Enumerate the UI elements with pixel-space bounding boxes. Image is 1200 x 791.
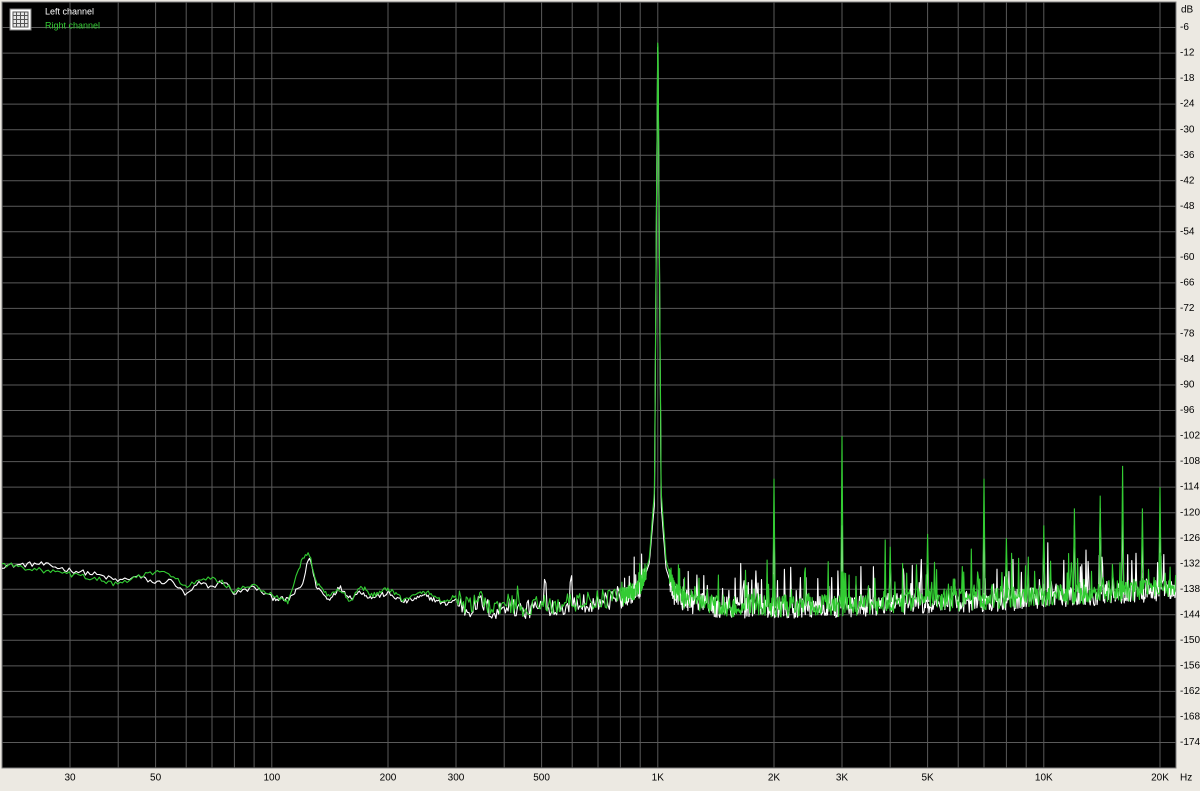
y-tick-label: -78 [1180, 329, 1195, 340]
x-tick-label: 3K [836, 773, 849, 784]
y-tick-label: -60 [1180, 252, 1195, 263]
y-tick-label: -150 [1180, 635, 1200, 646]
legend-icon[interactable] [9, 8, 32, 31]
y-tick-label: -174 [1180, 737, 1200, 748]
y-tick-label: -162 [1180, 686, 1200, 697]
x-tick-label: 300 [448, 773, 465, 784]
x-tick-label: 200 [380, 773, 397, 784]
spectrum-chart: dB Hz 30 50 100 200 300 500 1K 2K 3K 5K 10K 20K -6 -1… [0, 0, 1200, 786]
x-tick-label: 10K [1035, 773, 1053, 784]
y-tick-label: -168 [1180, 712, 1200, 723]
y-tick-label: -144 [1180, 609, 1200, 620]
legend-left-channel: Left channel [45, 6, 94, 16]
legend-right-channel: Right channel [45, 20, 100, 30]
y-tick-label: -54 [1180, 226, 1195, 237]
y-unit-label: dB [1181, 5, 1194, 16]
y-tick-label: -48 [1180, 201, 1195, 212]
y-tick-label: -90 [1180, 380, 1195, 391]
x-tick-label: 20K [1151, 773, 1169, 784]
y-tick-label: -84 [1180, 354, 1195, 365]
y-tick-label: -24 [1180, 99, 1195, 110]
y-tick-label: -132 [1180, 558, 1200, 569]
spectrum-chart-svg: dB Hz 30 50 100 200 300 500 1K 2K 3K 5K 10K 20K -6 -1… [0, 0, 1200, 786]
y-tick-label: -114 [1180, 482, 1200, 493]
y-tick-label: -120 [1180, 507, 1200, 518]
x-unit-label: Hz [1180, 773, 1192, 784]
y-tick-label: -18 [1180, 73, 1195, 84]
y-tick-label: -36 [1180, 150, 1195, 161]
y-tick-label: -138 [1180, 584, 1200, 595]
y-tick-label: -6 [1180, 22, 1189, 33]
y-tick-label: -42 [1180, 175, 1195, 186]
x-tick-label: 2K [768, 773, 781, 784]
x-tick-label: 50 [150, 773, 162, 784]
y-tick-label: -156 [1180, 661, 1200, 672]
x-tick-label: 5K [921, 773, 934, 784]
y-tick-label: -96 [1180, 405, 1195, 416]
y-tick-label: -12 [1180, 48, 1195, 59]
y-tick-label: -108 [1180, 456, 1200, 467]
x-tick-label: 500 [533, 773, 550, 784]
y-tick-label: -66 [1180, 278, 1195, 289]
y-tick-label: -126 [1180, 533, 1200, 544]
x-tick-label: 100 [263, 773, 280, 784]
y-tick-label: -30 [1180, 124, 1195, 135]
y-tick-label: -102 [1180, 431, 1200, 442]
x-tick-label: 30 [64, 773, 76, 784]
y-tick-label: -72 [1180, 303, 1195, 314]
x-tick-label: 1K [652, 773, 665, 784]
